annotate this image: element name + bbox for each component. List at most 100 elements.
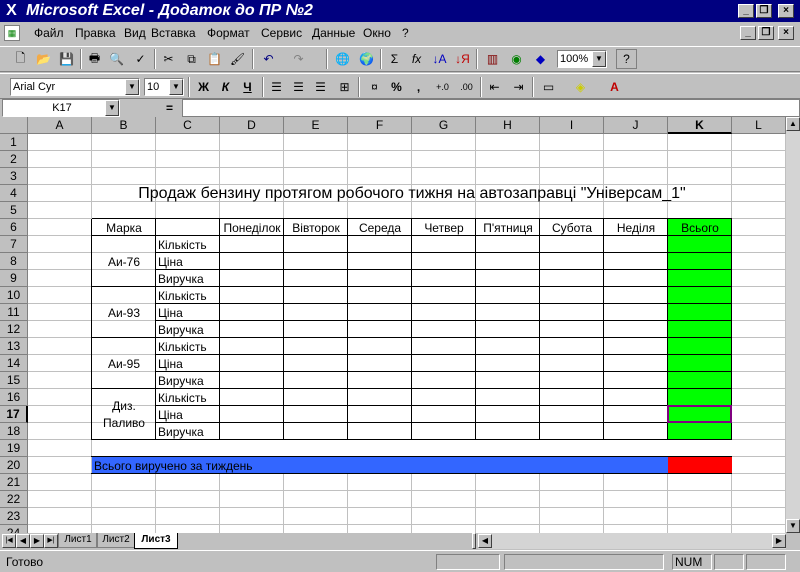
borders-icon[interactable]: ▭ [538,77,559,97]
column-header[interactable]: D [220,117,284,134]
menu-view[interactable]: Вид [124,26,146,40]
format-painter-icon[interactable]: 🖌 [227,49,248,69]
cut-icon[interactable]: ✂ [158,49,179,69]
row-header[interactable]: 18 [0,423,28,440]
week-total-cell[interactable] [668,457,732,474]
row-header[interactable]: 9 [0,270,28,287]
align-right-icon[interactable]: ☰ [310,77,331,97]
column-header[interactable]: A [28,117,92,134]
row-header[interactable]: 19 [0,440,28,457]
paste-icon[interactable]: 📋 [204,49,225,69]
underline-button[interactable]: Ч [237,77,258,97]
hyperlink-icon[interactable]: 🌐 [332,49,353,69]
web-toolbar-icon[interactable]: 🌍 [356,49,377,69]
next-sheet-icon[interactable]: ▶ [30,534,44,548]
column-header[interactable]: J [604,117,668,134]
comma-button[interactable]: , [408,77,429,97]
chart-wizard-icon[interactable]: ▥ [482,49,503,69]
row-header[interactable]: 20 [0,457,28,474]
tab-split-handle[interactable] [472,533,476,549]
decrease-decimal-icon[interactable]: .00 [456,77,477,97]
spreadsheet-grid[interactable]: A B C D E F G H I J K L 1 2 3 4 5 6 7 8 9 10 11 12 13 14 15 16 17 18 1… [0,117,786,533]
spelling-icon[interactable]: ✓ [130,49,151,69]
doc-restore-button[interactable]: ❐ [758,26,774,40]
scroll-right-icon[interactable]: ▶ [772,534,786,548]
row-header[interactable]: 21 [0,474,28,491]
first-sheet-icon[interactable]: |◀ [2,534,16,548]
column-header[interactable]: F [348,117,412,134]
font-color-icon[interactable]: A [604,77,625,97]
increase-decimal-icon[interactable]: +.0 [432,77,453,97]
selected-cell[interactable] [667,405,732,423]
formula-equals[interactable]: = [166,101,173,115]
function-icon[interactable]: fx [406,49,427,69]
row-header[interactable]: 4 [0,185,28,202]
menu-window[interactable]: Окно [363,26,391,40]
menu-service[interactable]: Сервис [261,26,302,40]
row-header[interactable]: 15 [0,372,28,389]
font-size-select[interactable]: 10 ▼ [144,78,184,96]
row-header[interactable]: 5 [0,202,28,219]
currency-icon[interactable]: ¤ [364,77,385,97]
italic-button[interactable]: К [215,77,236,97]
row-header[interactable]: 14 [0,355,28,372]
percent-button[interactable]: % [386,77,407,97]
last-sheet-icon[interactable]: ▶| [44,534,58,548]
align-center-icon[interactable]: ☰ [288,77,309,97]
row-header[interactable]: 6 [0,219,28,236]
print-preview-icon[interactable]: 🔍 [106,49,127,69]
minimize-button[interactable]: _ [738,4,754,18]
increase-indent-icon[interactable]: ⇥ [508,77,529,97]
column-header[interactable]: G [412,117,476,134]
row-header[interactable]: 8 [0,253,28,270]
scroll-down-icon[interactable]: ▼ [786,519,800,533]
font-name-select[interactable]: Arial Cyr ▼ [10,78,140,96]
row-header[interactable]: 3 [0,168,28,185]
undo-icon[interactable]: ↶ [258,49,279,69]
restore-button[interactable]: ❐ [756,4,772,18]
row-header[interactable]: 24 [0,525,28,533]
print-icon[interactable]: 🖶 [84,49,105,69]
column-header[interactable]: E [284,117,348,134]
tab-sheet3[interactable]: Лист3 [134,533,178,549]
menu-help[interactable]: ? [402,26,409,40]
row-header[interactable]: 16 [0,389,28,406]
sort-descending-icon[interactable]: ↓Я [452,49,473,69]
chevron-down-icon[interactable]: ▼ [105,100,119,116]
copy-icon[interactable]: ⧉ [181,49,202,69]
column-header[interactable]: B [92,117,156,134]
chevron-down-icon[interactable]: ▼ [592,51,606,67]
chevron-down-icon[interactable]: ▼ [125,79,139,95]
row-header[interactable]: 23 [0,508,28,525]
name-box[interactable]: K17 ▼ [2,99,120,117]
close-button[interactable]: × [778,4,794,18]
row-header[interactable]: 1 [0,134,28,151]
autosum-icon[interactable]: Σ [384,49,405,69]
menu-insert[interactable]: Вставка [151,26,196,40]
decrease-indent-icon[interactable]: ⇤ [484,77,505,97]
doc-close-button[interactable]: × [778,26,794,40]
vertical-scrollbar[interactable]: ▲ ▼ [786,117,800,533]
scroll-up-icon[interactable]: ▲ [786,117,800,131]
scroll-left-icon[interactable]: ◀ [478,534,492,548]
column-header[interactable]: K [668,117,732,134]
map-icon[interactable]: ◉ [506,49,527,69]
row-header[interactable]: 10 [0,287,28,304]
zoom-select[interactable]: 100% ▼ [557,50,607,68]
drawing-icon[interactable]: ◆ [530,49,551,69]
bold-button[interactable]: Ж [193,77,214,97]
redo-icon[interactable]: ↷ [288,49,309,69]
doc-minimize-button[interactable]: _ [740,26,756,40]
help-icon[interactable]: ? [616,49,637,69]
column-header[interactable]: L [732,117,786,134]
sort-ascending-icon[interactable]: ↓A [429,49,450,69]
row-header[interactable]: 11 [0,304,28,321]
column-header[interactable]: C [156,117,220,134]
row-header[interactable]: 17 [0,406,28,423]
workbook-icon[interactable]: ▦ [4,25,20,41]
column-header[interactable]: I [540,117,604,134]
row-header[interactable]: 2 [0,151,28,168]
menu-data[interactable]: Данные [312,26,355,40]
row-header[interactable]: 7 [0,236,28,253]
align-left-icon[interactable]: ☰ [266,77,287,97]
